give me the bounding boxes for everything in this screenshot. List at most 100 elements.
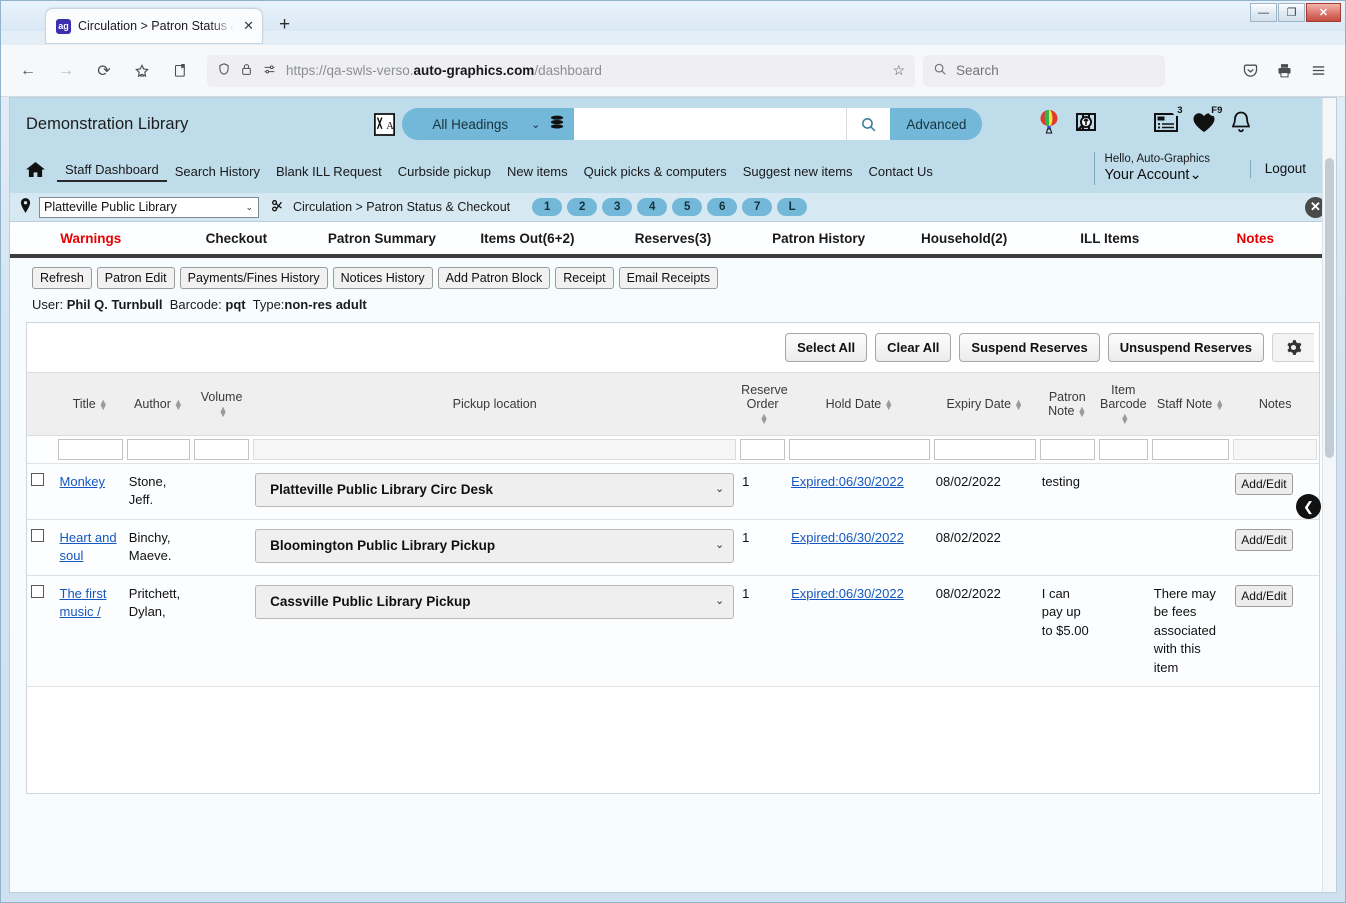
- title-link[interactable]: Heart and soul: [60, 530, 117, 563]
- filter-staff-note-input[interactable]: [1151, 439, 1230, 460]
- bookmark-star-icon[interactable]: [127, 56, 157, 86]
- tab-household[interactable]: Household(2): [891, 231, 1037, 246]
- sort-icon[interactable]: ▲ ▼: [884, 397, 893, 411]
- filter-title-input[interactable]: [57, 439, 123, 460]
- sort-icon[interactable]: ▲ ▼: [174, 397, 183, 411]
- tab-notes[interactable]: Notes: [1183, 231, 1329, 246]
- notifications-icon[interactable]: [1230, 110, 1252, 138]
- pickup-location-select[interactable]: Platteville Public Library Circ Desk ⌄: [255, 473, 735, 507]
- hold-date-link[interactable]: Expired:06/30/2022: [791, 530, 904, 545]
- save-to-pocket-icon[interactable]: [165, 56, 195, 86]
- filter-expiry-date-input[interactable]: [933, 439, 1036, 460]
- close-icon[interactable]: ✕: [241, 18, 256, 34]
- tab-items-out[interactable]: Items Out(6+2): [455, 231, 601, 246]
- email-receipts-button[interactable]: Email Receipts: [618, 267, 719, 289]
- nav-link-blank-ill-request[interactable]: Blank ILL Request: [268, 164, 390, 179]
- sort-icon[interactable]: ▲ ▼: [760, 411, 769, 425]
- th-author[interactable]: Author ▲ ▼: [124, 372, 193, 436]
- pickup-location-select[interactable]: Cassville Public Library Pickup ⌄: [255, 584, 735, 619]
- gear-icon[interactable]: [1272, 333, 1314, 362]
- catalog-search-input[interactable]: [574, 108, 847, 140]
- filter-pickup-input[interactable]: [253, 439, 737, 460]
- page-scrollbar[interactable]: [1322, 98, 1336, 892]
- collapse-panel-icon[interactable]: ❮: [1296, 494, 1321, 519]
- home-icon[interactable]: [26, 161, 45, 183]
- library-select[interactable]: Platteville Public Library ⌄: [39, 196, 259, 218]
- close-window-icon[interactable]: ✕: [1306, 3, 1341, 22]
- patron-slot-7[interactable]: 7: [742, 198, 773, 216]
- th-item-barcode[interactable]: Item Barcode▲ ▼: [1096, 372, 1150, 436]
- patron-edit-button[interactable]: Patron Edit: [96, 267, 175, 289]
- patron-slot-l[interactable]: L: [777, 198, 808, 216]
- clear-all-button[interactable]: Clear All: [875, 333, 952, 362]
- add-edit-note-button[interactable]: Add/Edit: [1235, 473, 1293, 495]
- nav-link-search-history[interactable]: Search History: [167, 164, 268, 179]
- patron-slot-2[interactable]: 2: [567, 198, 598, 216]
- row-checkbox[interactable]: [31, 473, 44, 486]
- tab-checkout[interactable]: Checkout: [164, 231, 310, 246]
- th-expiry-date[interactable]: Expiry Date ▲ ▼: [931, 372, 1038, 436]
- address-star-icon[interactable]: ☆: [892, 62, 905, 79]
- filter-volume-input[interactable]: [194, 439, 250, 460]
- catalog-search-submit-icon[interactable]: [846, 108, 891, 140]
- title-link[interactable]: The first music /: [60, 586, 107, 619]
- new-tab-button[interactable]: +: [279, 15, 290, 34]
- filter-item-barcode-input[interactable]: [1098, 439, 1148, 460]
- title-link[interactable]: Monkey: [60, 474, 106, 489]
- sort-icon[interactable]: ▲ ▼: [1120, 411, 1129, 425]
- add-patron-block-button[interactable]: Add Patron Block: [437, 267, 551, 289]
- th-hold-date[interactable]: Hold Date ▲ ▼: [787, 372, 932, 436]
- add-edit-note-button[interactable]: Add/Edit: [1235, 584, 1293, 607]
- forward-icon[interactable]: →: [51, 56, 81, 86]
- notices-history-button[interactable]: Notices History: [332, 267, 433, 289]
- tab-patron-summary[interactable]: Patron Summary: [309, 231, 455, 246]
- your-account-menu[interactable]: Your Account⌄: [1105, 166, 1210, 184]
- search-scope-select[interactable]: All Headings ⌄: [402, 108, 575, 140]
- url-bar[interactable]: https://qa-swls-verso.auto-graphics.com/…: [207, 54, 915, 87]
- sort-icon[interactable]: ▲ ▼: [1215, 397, 1224, 411]
- sort-icon[interactable]: ▲ ▼: [1014, 397, 1023, 411]
- sort-icon[interactable]: ▲ ▼: [219, 404, 228, 418]
- tab-reserves[interactable]: Reserves(3): [600, 231, 746, 246]
- hold-date-link[interactable]: Expired:06/30/2022: [791, 474, 904, 489]
- patron-slot-4[interactable]: 4: [637, 198, 668, 216]
- nav-link-curbside-pickup[interactable]: Curbside pickup: [390, 164, 499, 179]
- balloon-icon[interactable]: [1038, 109, 1060, 139]
- patron-slot-3[interactable]: 3: [602, 198, 633, 216]
- sort-icon[interactable]: ▲ ▼: [1078, 404, 1087, 418]
- menu-icon[interactable]: [1303, 56, 1333, 86]
- browser-search-box[interactable]: Search: [923, 54, 1165, 87]
- catalog-search-icon[interactable]: [1074, 110, 1098, 138]
- scrollbar-thumb[interactable]: [1325, 158, 1334, 458]
- back-icon[interactable]: ←: [13, 56, 43, 86]
- row-checkbox[interactable]: [31, 584, 44, 598]
- tab-warnings[interactable]: Warnings: [18, 231, 164, 246]
- nav-link-contact-us[interactable]: Contact Us: [861, 164, 941, 179]
- unsuspend-reserves-button[interactable]: Unsuspend Reserves: [1107, 333, 1264, 362]
- th-volume[interactable]: Volume▲ ▼: [192, 372, 252, 436]
- minimize-icon[interactable]: —: [1250, 3, 1277, 22]
- th-reserve-order[interactable]: Reserve Order▲ ▼: [738, 372, 788, 436]
- add-edit-note-button[interactable]: Add/Edit: [1235, 528, 1293, 551]
- maximize-icon[interactable]: ❐: [1278, 3, 1305, 22]
- sort-icon[interactable]: ▲ ▼: [99, 397, 108, 411]
- language-icon[interactable]: A: [372, 111, 396, 137]
- hold-date-link[interactable]: Expired:06/30/2022: [791, 586, 904, 601]
- print-icon[interactable]: [1269, 56, 1299, 86]
- payments-fines-history-button[interactable]: Payments/Fines History: [179, 267, 328, 289]
- select-all-button[interactable]: Select All: [785, 333, 868, 362]
- nav-link-suggest-new-items[interactable]: Suggest new items: [735, 164, 861, 179]
- pocket-icon[interactable]: [1235, 56, 1265, 86]
- logout-link[interactable]: Logout: [1265, 161, 1306, 176]
- nav-link-new-items[interactable]: New items: [499, 164, 576, 179]
- tab-ill-items[interactable]: ILL Items: [1037, 231, 1183, 246]
- reload-icon[interactable]: ⟳: [89, 56, 119, 86]
- refresh-button[interactable]: Refresh: [32, 267, 92, 289]
- th-staff-note[interactable]: Staff Note ▲ ▼: [1149, 372, 1232, 436]
- database-stack-icon[interactable]: [550, 115, 564, 133]
- th-patron-note[interactable]: Patron Note ▲ ▼: [1037, 372, 1097, 436]
- patron-slot-1[interactable]: 1: [532, 198, 563, 216]
- lists-icon[interactable]: 3: [1154, 104, 1188, 137]
- tab-patron-history[interactable]: Patron History: [746, 231, 892, 246]
- patron-slot-6[interactable]: 6: [707, 198, 738, 216]
